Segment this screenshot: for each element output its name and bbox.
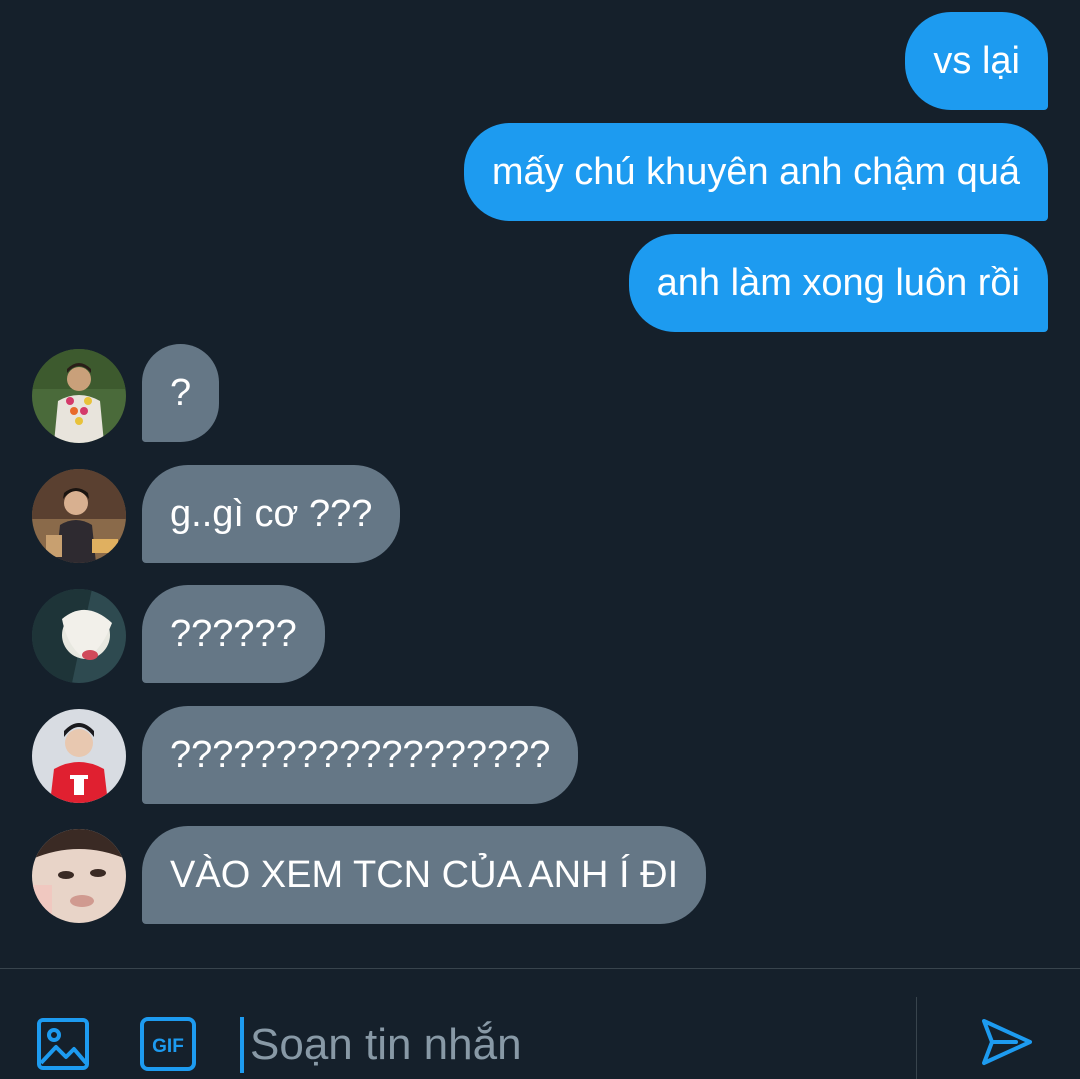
received-message-bubble[interactable]: g..gì cơ ??? (142, 465, 401, 563)
received-message-bubble[interactable]: VÀO XEM TCN CỦA ANH Í ĐI (142, 826, 707, 924)
avatar[interactable] (32, 469, 126, 563)
message-text: g..gì cơ ??? (170, 493, 373, 535)
sent-message-bubble[interactable]: vs lại (905, 12, 1048, 110)
avatar[interactable] (32, 829, 126, 923)
message-text: VÀO XEM TCN CỦA ANH Í ĐI (170, 854, 679, 896)
message-text: anh làm xong luôn rồi (656, 262, 1020, 304)
gif-label: GIF (152, 1036, 184, 1057)
gif-icon[interactable]: GIF (140, 1017, 196, 1076)
message-text: ?????????????????? (170, 734, 551, 776)
message-text: mấy chú khuyên anh chậm quá (491, 151, 1020, 193)
sent-message-bubble[interactable]: mấy chú khuyên anh chậm quá (463, 123, 1048, 221)
received-message-bubble[interactable]: ?????????????????? (142, 706, 579, 804)
avatar[interactable] (32, 709, 126, 803)
message-text: ? (170, 372, 192, 414)
dm-conversation-screen: vs lại mấy chú khuyên anh chậm quá anh l… (0, 0, 1080, 1079)
sent-message-bubble[interactable]: anh làm xong luôn rồi (628, 234, 1048, 332)
received-message-bubble[interactable]: ?????? (142, 585, 325, 683)
avatar[interactable] (32, 349, 126, 443)
image-icon[interactable] (36, 1017, 90, 1076)
message-composer: GIF (0, 969, 1080, 1079)
composer-separator (916, 997, 917, 1079)
message-text: ?????? (170, 613, 297, 655)
avatar[interactable] (32, 589, 126, 683)
message-text: vs lại (933, 40, 1020, 82)
message-input[interactable] (240, 1017, 910, 1073)
send-icon[interactable] (980, 1015, 1034, 1074)
received-message-bubble[interactable]: ? (142, 344, 220, 442)
message-list[interactable]: vs lại mấy chú khuyên anh chậm quá anh l… (0, 0, 1080, 968)
